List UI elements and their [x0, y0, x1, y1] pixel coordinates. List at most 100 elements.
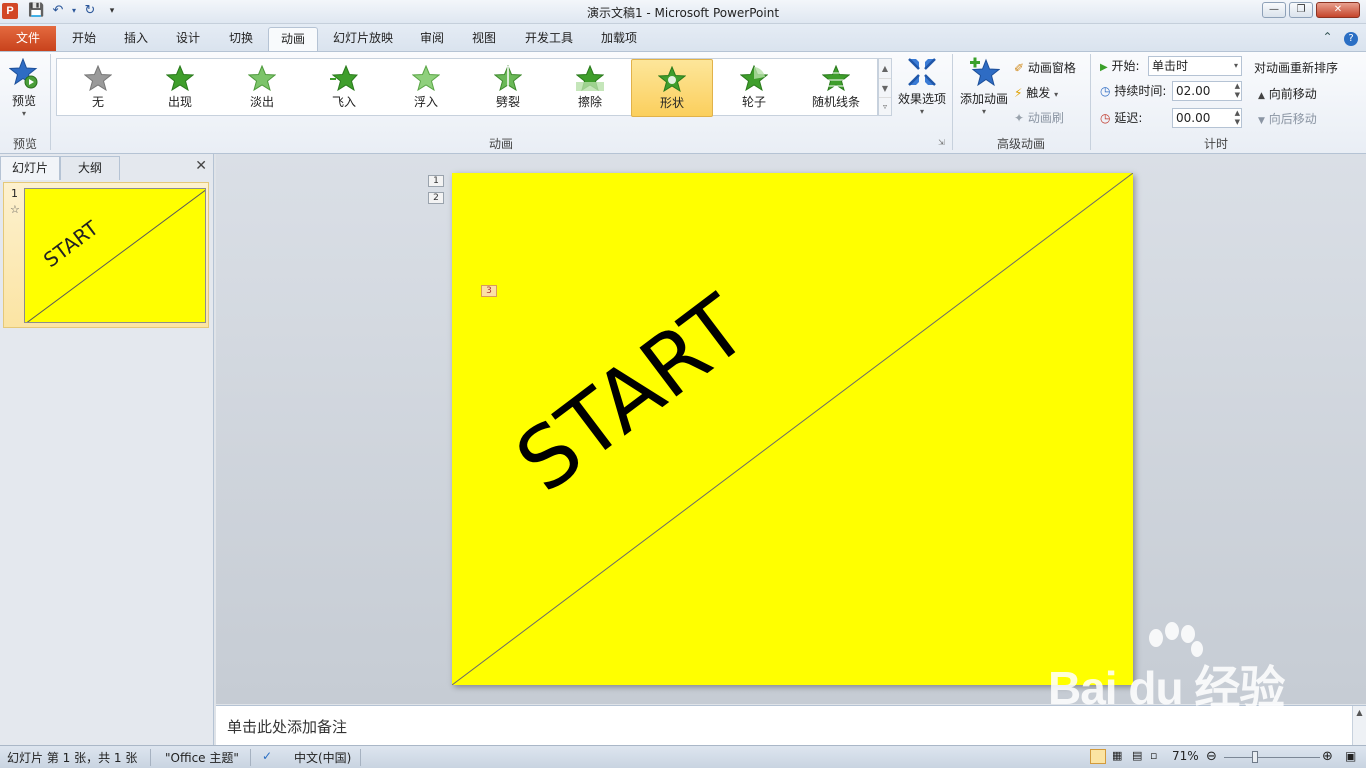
gallery-more-icon[interactable]: ▿	[879, 97, 891, 115]
help-icon[interactable]: ?	[1344, 32, 1358, 46]
tab-addins[interactable]: 加载项	[594, 27, 644, 51]
maximize-button[interactable]: ❐	[1289, 2, 1313, 18]
tab-review[interactable]: 审阅	[410, 27, 454, 51]
delay-spin-icon[interactable]: ▲ ▼	[1235, 109, 1240, 127]
star-fly-icon	[330, 65, 358, 91]
star-gray-icon	[84, 65, 112, 91]
tab-transitions[interactable]: 切换	[219, 27, 263, 51]
move-earlier-arrow-icon: ▲	[1258, 91, 1265, 101]
slide-sorter-view-icon[interactable]: ▦	[1112, 749, 1122, 762]
preview-dropdown-icon[interactable]: ▾	[6, 109, 42, 118]
slideshow-view-icon[interactable]: ▫	[1150, 749, 1157, 762]
zoom-slider-track[interactable]	[1224, 757, 1320, 758]
tab-insert[interactable]: 插入	[114, 27, 158, 51]
zoom-slider-thumb[interactable]	[1252, 751, 1258, 763]
animation-float-in[interactable]: 浮入	[385, 59, 467, 117]
notes-scrollbar[interactable]: ▲	[1352, 706, 1366, 746]
animation-appear[interactable]: 出现	[139, 59, 221, 117]
preview-button[interactable]: 预览 ▾	[6, 58, 42, 118]
animation-none[interactable]: 无	[57, 59, 139, 117]
slide-count-status: 幻灯片 第 1 张，共 1 张	[7, 751, 138, 765]
move-earlier-label: 向前移动	[1268, 87, 1317, 101]
minimize-ribbon-icon[interactable]: ⌃	[1322, 30, 1332, 44]
animation-painter-button[interactable]: ✦ 动画刷	[1014, 108, 1064, 128]
tab-animations[interactable]: 动画	[268, 27, 318, 51]
zoom-in-icon[interactable]: ⊕	[1322, 749, 1333, 764]
add-animation-dropdown-icon[interactable]: ▾	[958, 107, 1010, 116]
close-button[interactable]: ✕	[1316, 2, 1360, 18]
zoom-out-icon[interactable]: ⊖	[1206, 749, 1217, 764]
start-value: 单击时	[1152, 59, 1189, 73]
trigger-button[interactable]: ⚡ 触发 ▾	[1014, 83, 1058, 103]
fit-to-window-icon[interactable]: ▣	[1345, 749, 1356, 763]
minimize-button[interactable]: —	[1262, 2, 1286, 18]
star-float-icon	[412, 65, 440, 91]
close-pane-icon[interactable]: ✕	[195, 158, 207, 174]
animation-label: 轮子	[741, 95, 766, 109]
group-separator	[50, 54, 51, 150]
star-split-icon	[494, 65, 522, 91]
ribbon: 预览 ▾ 预览 无 出现 淡出 飞入 浮入 劈裂 擦除 形状 轮子 随机线条 ▲…	[0, 51, 1366, 154]
delay-value: 00.00	[1176, 111, 1211, 125]
tab-file[interactable]: 文件	[0, 26, 56, 51]
slides-pane: 幻灯片 大纲 ✕ 1 ☆ START	[0, 154, 214, 745]
star-shape-icon	[658, 66, 686, 92]
animation-pane-label: 动画窗格	[1027, 61, 1076, 75]
animation-shape[interactable]: 形状	[631, 59, 713, 117]
tab-outline-pane[interactable]: 大纲	[60, 156, 120, 180]
trigger-label: 触发	[1026, 86, 1051, 100]
animation-pane-button[interactable]: ✐ 动画窗格	[1014, 58, 1076, 78]
notes-placeholder[interactable]: 单击此处添加备注	[227, 716, 347, 737]
slide-thumbnail[interactable]: START	[24, 188, 206, 323]
preview-star-icon	[9, 58, 38, 89]
duration-spin-icon[interactable]: ▲ ▼	[1235, 82, 1240, 100]
animation-wheel[interactable]: 轮子	[713, 59, 795, 117]
move-earlier-button[interactable]: ▲ 向前移动	[1258, 84, 1317, 104]
animation-random-bars[interactable]: 随机线条	[795, 59, 877, 117]
duration-row: ◷ 持续时间:	[1100, 81, 1166, 101]
tab-home[interactable]: 开始	[62, 27, 106, 51]
duration-value: 02.00	[1176, 84, 1211, 98]
reading-view-icon[interactable]: ▤	[1132, 749, 1142, 762]
add-animation-button[interactable]: 添加动画 ▾	[958, 56, 1010, 116]
gallery-down-arrow-icon[interactable]: ▼	[879, 78, 891, 97]
tab-slides-pane[interactable]: 幻灯片	[0, 156, 60, 180]
animation-tag-3[interactable]: 3	[481, 285, 497, 297]
star-green-icon	[166, 65, 194, 91]
animation-tag-1[interactable]: 1	[428, 175, 444, 187]
title-bar: P 💾 ↶ ▾ ↻ ▾ 演示文稿1 - Microsoft PowerPoint…	[0, 0, 1366, 24]
animation-tag-2[interactable]: 2	[428, 192, 444, 204]
delay-spinner[interactable]: 00.00 ▲ ▼	[1172, 108, 1242, 128]
animation-wipe[interactable]: 擦除	[549, 59, 631, 117]
tab-view[interactable]: 视图	[462, 27, 506, 51]
group-separator	[952, 54, 953, 150]
animation-fly-in[interactable]: 飞入	[303, 59, 385, 117]
tab-slideshow[interactable]: 幻灯片放映	[326, 27, 400, 51]
preview-label: 预览	[11, 94, 36, 108]
tab-design[interactable]: 设计	[166, 27, 210, 51]
move-later-button[interactable]: ▼ 向后移动	[1258, 109, 1317, 129]
start-select[interactable]: 单击时 ▾	[1148, 56, 1242, 76]
animation-dialog-launcher-icon[interactable]: ⇲	[938, 138, 945, 147]
notes-pane[interactable]: 单击此处添加备注 ▲	[216, 705, 1366, 746]
slide-thumbnail-item[interactable]: 1 ☆ START	[3, 182, 209, 328]
theme-status[interactable]: "Office 主题"	[165, 749, 239, 766]
tab-developer[interactable]: 开发工具	[518, 27, 580, 51]
zoom-level[interactable]: 71%	[1172, 749, 1199, 763]
effect-options-button[interactable]: 效果选项 ▾	[895, 56, 949, 116]
animation-fade[interactable]: 淡出	[221, 59, 303, 117]
add-animation-icon	[970, 57, 1000, 87]
normal-view-icon[interactable]	[1090, 749, 1106, 764]
language-status[interactable]: 中文(中国)	[294, 749, 351, 766]
spell-check-icon[interactable]: ✓	[262, 749, 272, 763]
effect-options-dropdown-icon[interactable]: ▾	[895, 107, 949, 116]
gallery-scrollbar[interactable]: ▲ ▼ ▿	[878, 58, 892, 116]
move-later-arrow-icon: ▼	[1258, 116, 1265, 126]
slide-canvas[interactable]: 3 START	[452, 173, 1133, 685]
animation-split[interactable]: 劈裂	[467, 59, 549, 117]
group-label-timing: 计时	[1203, 137, 1228, 151]
notes-scroll-up-icon[interactable]: ▲	[1353, 706, 1366, 720]
duration-spinner[interactable]: 02.00 ▲ ▼	[1172, 81, 1242, 101]
thumbnail-animation-star-icon: ☆	[10, 203, 20, 216]
gallery-up-arrow-icon[interactable]: ▲	[879, 59, 891, 78]
